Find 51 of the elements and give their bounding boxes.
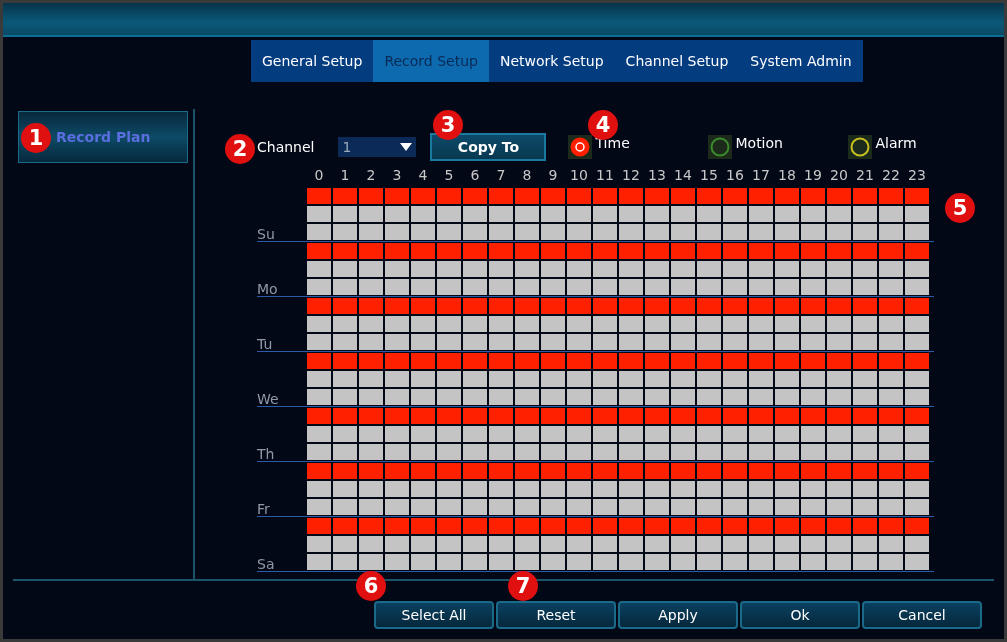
day-label: Mo [257,282,279,296]
hour-label: 9 [547,167,559,185]
hour-label: 22 [881,167,901,185]
day-label: Tu [257,337,274,351]
hour-label: 16 [725,167,745,185]
legend-label: Motion [735,135,783,151]
hour-label: 18 [777,167,797,185]
hour-label: 15 [699,167,719,185]
hour-label: 13 [647,167,667,185]
channel-label: Channel [257,139,315,155]
day-label: Th [257,447,276,461]
hour-label: 7 [495,167,507,185]
action-button[interactable]: Select All [374,601,494,629]
copy-to-button[interactable]: Copy To [430,133,547,161]
action-button[interactable]: Cancel [862,601,982,629]
day-label: Su [257,227,276,241]
hour-label: 5 [443,167,455,185]
hour-label: 4 [417,167,429,185]
tab[interactable]: Channel Setup [614,40,740,82]
hour-label: 3 [391,167,403,185]
caret-icon [400,143,413,151]
day-label: Sa [257,557,276,571]
tab[interactable]: System Admin [739,40,863,82]
number-marker: 3 [433,110,463,140]
action-button[interactable]: Apply [618,601,738,629]
hour-label: 14 [673,167,693,185]
hour-label: 1 [339,167,351,185]
hour-label: 10 [569,167,589,185]
hour-label: 11 [595,167,615,185]
hour-label: 17 [751,167,771,185]
number-marker: 5 [945,193,975,223]
hour-label: 8 [521,167,533,185]
hour-label: 0 [313,167,325,185]
tab[interactable]: General Setup [251,40,374,82]
action-button[interactable]: Ok [740,601,860,629]
day-label: Fr [257,502,271,516]
hour-label: 19 [803,167,823,185]
day-label: We [257,392,280,406]
action-button[interactable]: Reset [496,601,616,629]
hour-label: 12 [621,167,641,185]
hour-label: 23 [907,167,927,185]
number-marker: 7 [508,571,538,601]
hour-label: 2 [365,167,377,185]
hour-label: 6 [469,167,481,185]
tab[interactable]: Network Setup [488,40,615,82]
hour-label: 21 [855,167,875,185]
legend-label: Alarm [875,135,917,151]
number-marker: 2 [225,134,255,164]
number-marker: 6 [356,571,386,601]
hour-label: 20 [829,167,849,185]
channel-dropdown[interactable]: 1 [338,137,417,157]
